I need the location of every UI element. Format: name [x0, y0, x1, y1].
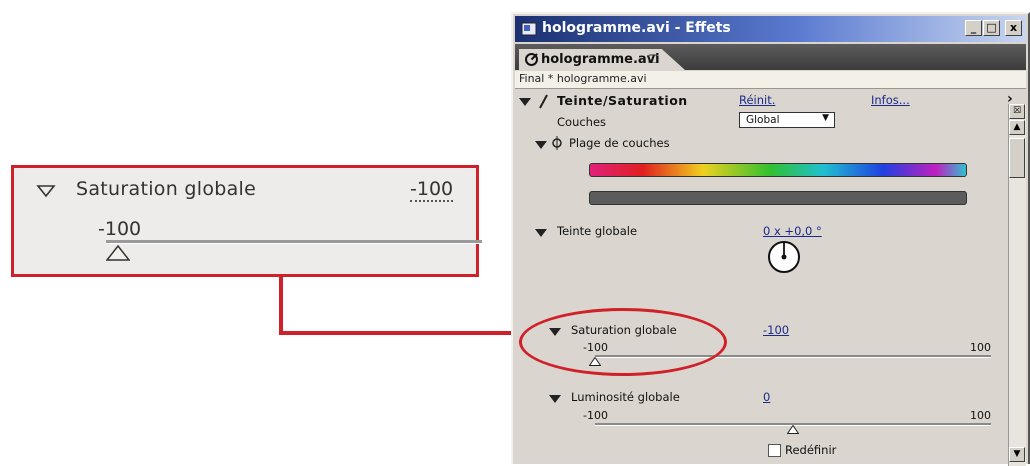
channel-label: Couches [557, 115, 607, 129]
colorize-label: Redéfinir [785, 443, 837, 457]
tab-hologramme[interactable]: hologramme.avi ❐ [519, 49, 685, 70]
lightness-value[interactable]: 0 [763, 390, 770, 404]
scroll-thumb[interactable] [1009, 138, 1025, 178]
highlight-ellipse [519, 308, 727, 376]
composition-bar: Final * hologramme.avi [515, 71, 1026, 89]
channel-range-label: Plage de couches [569, 136, 670, 150]
hue-spectrum-bar[interactable] [589, 163, 967, 177]
disclosure-triangle-icon[interactable] [36, 184, 56, 198]
about-link[interactable]: Infos... [871, 93, 910, 107]
tab-strip: hologramme.avi ❐ [515, 44, 1026, 70]
effect-disclosure-triangle-icon[interactable] [519, 98, 531, 106]
app-icon [521, 22, 537, 36]
lightness-label: Luminosité globale [571, 390, 680, 404]
connector-line-vertical [279, 277, 283, 335]
effects-window: hologramme.avi - Effets _ □ x hologramme… [511, 12, 1030, 466]
adjusted-spectrum-bar [589, 191, 967, 205]
window-title: hologramme.avi - Effets [542, 20, 731, 36]
hue-dial-icon[interactable] [767, 240, 801, 274]
saturation-max-label: 100 [970, 341, 991, 354]
connector-line-horizontal [279, 331, 525, 335]
hue-disclosure-triangle-icon[interactable] [535, 229, 547, 237]
hue-value[interactable]: 0 x +0,0 ° [763, 224, 822, 238]
tab-close-icon[interactable]: ❐ [648, 53, 658, 66]
saturation-value[interactable]: -100 [763, 323, 789, 337]
channel-dropdown[interactable]: Global ▼ [739, 112, 835, 128]
scroll-up-icon[interactable]: ▲ [1009, 120, 1025, 135]
fx-toggle-icon[interactable] [537, 93, 549, 109]
lightness-min-label: -100 [583, 409, 608, 422]
range-target-icon [552, 136, 562, 150]
scroll-down-icon[interactable]: ▼ [1009, 447, 1025, 462]
channel-dropdown-value: Global [746, 114, 780, 126]
zoom-saturation-label: Saturation globale [76, 178, 257, 200]
close-button[interactable]: x [1005, 20, 1022, 36]
chevron-down-icon: ▼ [822, 113, 829, 123]
lightness-disclosure-triangle-icon[interactable] [549, 395, 561, 403]
maximize-button[interactable]: □ [983, 20, 1000, 36]
zoom-callout: Saturation globale -100 -100 [11, 165, 482, 277]
colorize-checkbox[interactable] [768, 444, 781, 457]
zoom-slider-track[interactable] [106, 240, 482, 244]
reset-link[interactable]: Réinit. [739, 93, 775, 107]
zoom-saturation-value[interactable]: -100 [410, 178, 454, 202]
effects-tab-icon [525, 53, 538, 66]
lightness-slider-thumb-icon[interactable] [787, 425, 799, 434]
composition-label: Final * hologramme.avi [519, 72, 647, 85]
effect-name: Teinte/Saturation [557, 93, 688, 108]
vertical-scrollbar[interactable]: ☒ ▲ ▼ [1008, 104, 1026, 466]
options-icon[interactable]: ☒ [1009, 104, 1025, 119]
title-bar[interactable]: hologramme.avi - Effets _ □ x [515, 16, 1026, 42]
minimize-button[interactable]: _ [965, 20, 982, 36]
range-disclosure-triangle-icon[interactable] [535, 141, 547, 149]
zoom-slider-min-label: -100 [98, 218, 142, 240]
tab-label: hologramme.avi [541, 52, 660, 67]
slider-thumb-icon[interactable] [106, 245, 130, 261]
effect-panel: Teinte/Saturation Réinit. Infos... › Cou… [515, 89, 1013, 466]
lightness-max-label: 100 [970, 409, 991, 422]
hue-label: Teinte globale [557, 224, 638, 238]
